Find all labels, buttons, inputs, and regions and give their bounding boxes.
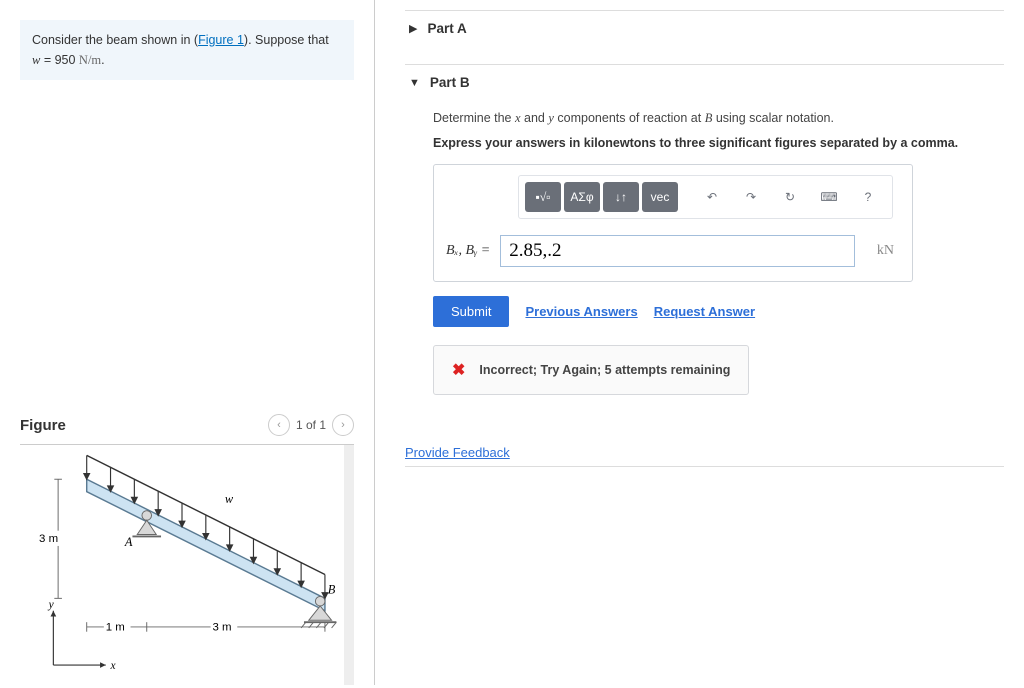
axis-x-label: x	[110, 660, 116, 672]
figure-panel: Figure ‹ 1 of 1 › x y	[20, 406, 354, 685]
instruction-text: Express your answers in kilonewtons to t…	[433, 136, 1000, 150]
problem-statement: Consider the beam shown in (Figure 1). S…	[20, 20, 354, 80]
request-answer-link[interactable]: Request Answer	[654, 304, 755, 319]
dim-1m: 1 m	[106, 622, 125, 634]
load-label: w	[225, 492, 234, 506]
submit-button[interactable]: Submit	[433, 296, 509, 327]
provide-feedback-link[interactable]: Provide Feedback	[405, 445, 510, 460]
subscript-button[interactable]: ↓↑	[603, 182, 639, 212]
undo-button[interactable]: ↶	[694, 182, 730, 212]
support-A-label: A	[124, 535, 133, 549]
problem-period: .	[101, 53, 104, 67]
dim-height: 3 m	[39, 533, 58, 545]
dim-3m: 3 m	[212, 622, 231, 634]
part-a-label: Part A	[427, 21, 466, 36]
feedback-text: Incorrect; Try Again; 5 attempts remaini…	[479, 363, 730, 377]
problem-eq: = 950	[40, 53, 79, 67]
vector-button[interactable]: vec	[642, 182, 678, 212]
feedback-box: ✖ Incorrect; Try Again; 5 attempts remai…	[433, 345, 749, 395]
problem-prefix: Consider the beam shown in (	[32, 33, 198, 47]
problem-suffix: ). Suppose that	[244, 33, 329, 47]
reset-button[interactable]: ↻	[772, 182, 808, 212]
figure-pager: 1 of 1	[296, 418, 326, 432]
figure-next-button[interactable]: ›	[332, 414, 354, 436]
help-button[interactable]: ?	[850, 182, 886, 212]
figure-title: Figure	[20, 417, 66, 434]
answer-box: ▪√▫ ΑΣφ ↓↑ vec ↶ ↷ ↻ ⌨ ? Bₓ, Bᵧ =	[433, 164, 913, 282]
figure-link[interactable]: Figure 1	[198, 33, 244, 47]
answer-label: Bₓ, Bᵧ =	[446, 243, 490, 259]
figure-image: x y 3 m	[20, 445, 354, 685]
template-button[interactable]: ▪√▫	[525, 182, 561, 212]
greek-button[interactable]: ΑΣφ	[564, 182, 600, 212]
axis-y-label: y	[48, 599, 55, 611]
keyboard-button[interactable]: ⌨	[811, 182, 847, 212]
collapse-icon: ▼	[409, 77, 420, 89]
answer-unit: kN	[877, 243, 900, 259]
load-arrows	[84, 455, 328, 598]
problem-unit: N/m	[79, 53, 101, 67]
support-B-label: B	[328, 583, 336, 597]
figure-prev-button[interactable]: ‹	[268, 414, 290, 436]
part-b-header[interactable]: ▼ Part B	[405, 65, 1004, 100]
part-a-header[interactable]: ▶ Part A	[405, 10, 1004, 46]
expand-icon: ▶	[409, 22, 417, 35]
question-text: Determine the x and y components of reac…	[433, 108, 1000, 128]
answer-input[interactable]	[500, 235, 855, 267]
error-icon: ✖	[452, 360, 465, 380]
equation-toolbar: ▪√▫ ΑΣφ ↓↑ vec ↶ ↷ ↻ ⌨ ?	[518, 175, 893, 219]
part-b-label: Part B	[430, 75, 470, 90]
part-b-body: Determine the x and y components of reac…	[405, 100, 1004, 413]
previous-answers-link[interactable]: Previous Answers	[525, 304, 637, 319]
redo-button[interactable]: ↷	[733, 182, 769, 212]
